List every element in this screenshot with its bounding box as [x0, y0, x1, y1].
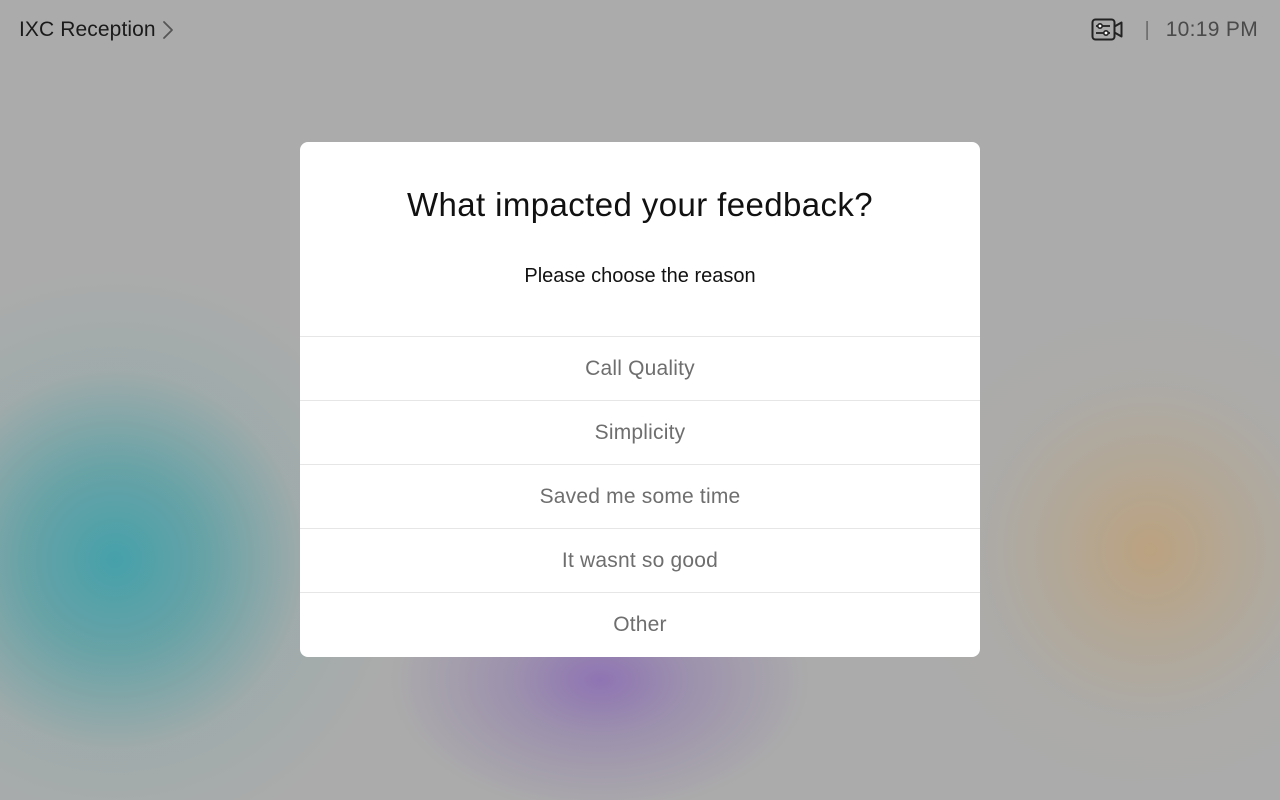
clock: 10:19 PM	[1165, 18, 1258, 41]
camera-controls-icon[interactable]	[1091, 17, 1123, 43]
breadcrumb[interactable]: IXC Reception	[19, 16, 174, 44]
room-name-label: IXC Reception	[19, 18, 156, 41]
option-other[interactable]: Other	[300, 592, 980, 656]
dialog-title: What impacted your feedback?	[406, 186, 874, 223]
separator: |	[1144, 18, 1150, 41]
option-call-quality[interactable]: Call Quality	[300, 336, 980, 400]
option-label: Call Quality	[585, 356, 695, 380]
chevron-right-icon	[162, 19, 174, 41]
reason-options: Call Quality Simplicity Saved me some ti…	[300, 336, 980, 656]
option-saved-time[interactable]: Saved me some time	[300, 464, 980, 528]
feedback-dialog: What impacted your feedback? Please choo…	[300, 142, 980, 657]
option-not-good[interactable]: It wasnt so good	[300, 528, 980, 592]
option-label: It wasnt so good	[561, 548, 719, 572]
top-bar: IXC Reception | 10:19 PM	[0, 0, 1280, 60]
option-label: Saved me some time	[539, 484, 741, 508]
status-area: | 10:19 PM	[1091, 14, 1259, 46]
dialog-subtitle: Please choose the reason	[524, 265, 756, 287]
option-label: Simplicity	[594, 420, 686, 444]
option-simplicity[interactable]: Simplicity	[300, 400, 980, 464]
option-label: Other	[613, 612, 667, 636]
